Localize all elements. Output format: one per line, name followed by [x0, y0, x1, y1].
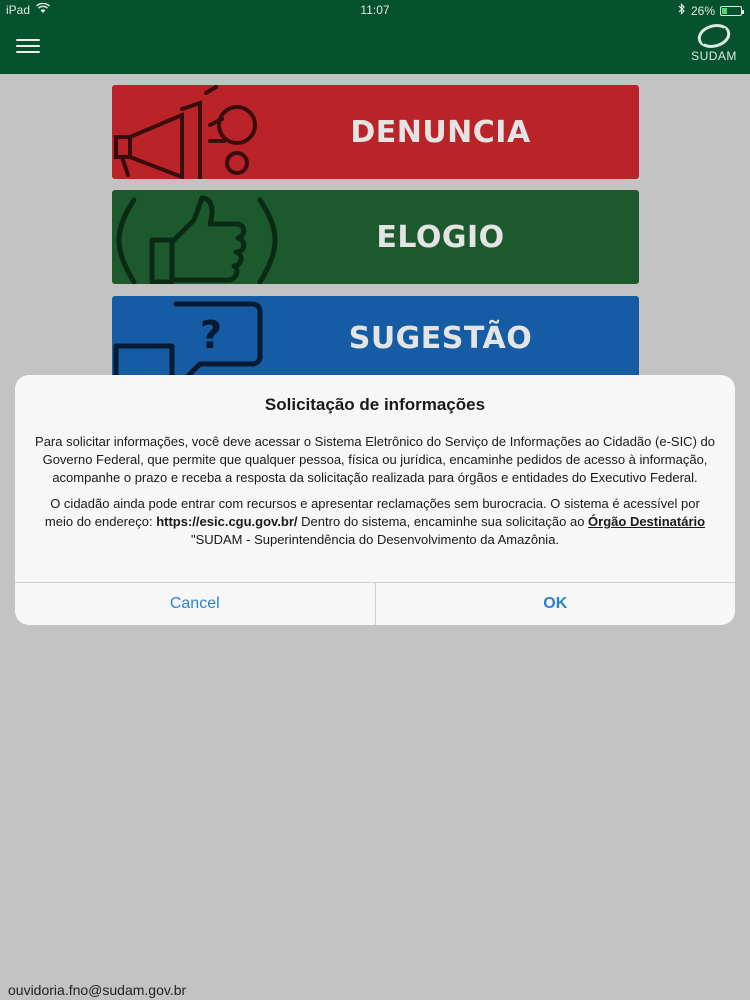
alert-message: Para solicitar informações, você deve ac… — [35, 433, 715, 557]
tile-denuncia-label: DENUNCIA — [350, 114, 531, 150]
battery-icon — [720, 5, 744, 16]
esic-link[interactable]: https://esic.cgu.gov.br/ — [156, 514, 297, 529]
battery-percent: 26% — [690, 3, 715, 18]
cancel-button[interactable]: Cancel — [15, 583, 375, 625]
alert-paragraph-2: O cidadão ainda pode entrar com recursos… — [35, 495, 715, 549]
tile-denuncia[interactable]: DENUNCIA — [112, 85, 639, 179]
alert-paragraph-2-suffix: "SUDAM - Superintendência do Desenvolvim… — [190, 532, 560, 547]
alert-paragraph-2-middle: Dentro do sistema, encaminhe sua solicit… — [297, 514, 589, 529]
tile-elogio[interactable]: ELOGIO — [112, 190, 639, 284]
clock: 11:07 — [360, 3, 390, 17]
tile-sugestao-label: SUGESTÃO — [348, 320, 533, 356]
bluetooth-icon — [678, 3, 686, 18]
info-request-alert: Solicitação de informações Para solicita… — [15, 375, 735, 625]
svg-text:?: ? — [200, 313, 222, 357]
tile-elogio-label: ELOGIO — [376, 219, 505, 255]
ok-button[interactable]: OK — [374, 583, 736, 625]
contact-email[interactable]: ouvidoria.fno@sudam.gov.br — [8, 982, 186, 998]
logo-text: SUDAM — [691, 49, 737, 63]
app-header: SUDAM — [0, 20, 750, 74]
tile-sugestao[interactable]: ? SUGESTÃO — [112, 296, 639, 380]
sudam-logo: SUDAM — [684, 22, 744, 70]
hamburger-menu-icon[interactable] — [16, 39, 40, 55]
orgao-destinatario: Órgão Destinatário — [588, 514, 706, 529]
alert-actions: Cancel OK — [15, 582, 735, 625]
alert-title: Solicitação de informações — [264, 395, 486, 414]
status-bar: iPad 11:07 26% — [0, 0, 750, 20]
alert-paragraph-1: Para solicitar informações, você deve ac… — [35, 434, 715, 485]
